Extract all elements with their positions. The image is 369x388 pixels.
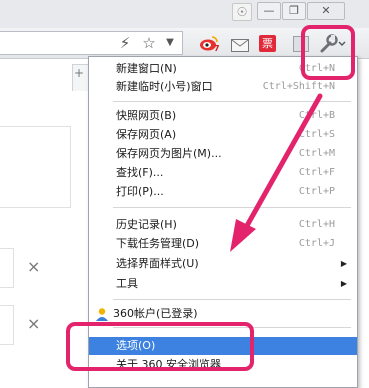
annotation-arrow-icon <box>230 93 323 252</box>
